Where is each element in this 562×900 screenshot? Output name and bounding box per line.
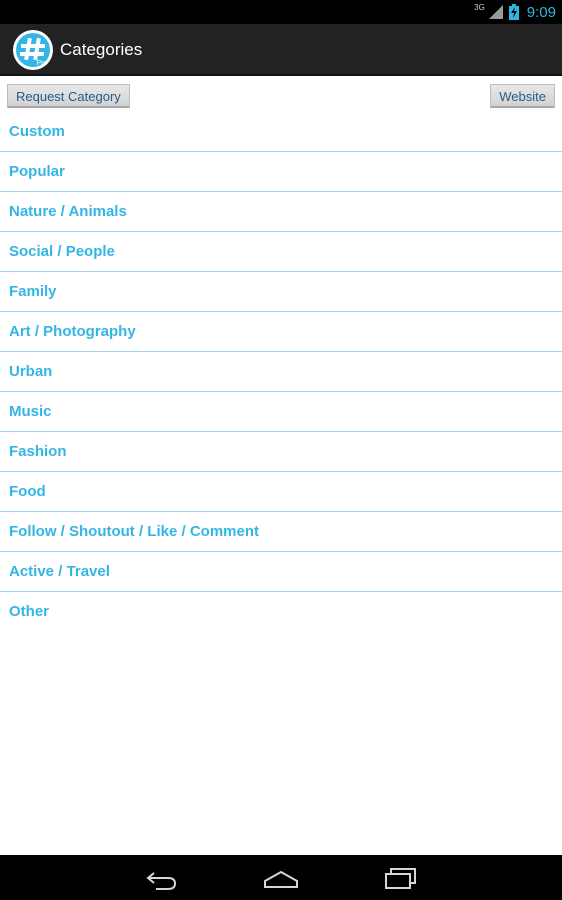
signal-icon [488, 5, 503, 19]
category-item-fashion[interactable]: Fashion [0, 432, 562, 472]
clock: 9:09 [526, 3, 556, 21]
home-icon [264, 870, 298, 888]
category-item-family[interactable]: Family [0, 272, 562, 312]
home-button[interactable] [261, 863, 301, 893]
category-item-nature-animals[interactable]: Nature / Animals [0, 192, 562, 232]
hashtag-pro-logo-icon[interactable]: Pro [12, 29, 54, 71]
request-category-button[interactable]: Request Category [7, 84, 130, 108]
status-icons: 3G 9:09 [474, 0, 556, 24]
recents-button[interactable] [381, 863, 421, 893]
network-type-label: 3G [474, 3, 485, 12]
category-item-popular[interactable]: Popular [0, 152, 562, 192]
logo-pro-text: Pro [37, 60, 48, 67]
status-bar: 3G 9:09 [0, 0, 562, 24]
battery-charging-icon [508, 4, 519, 20]
category-list: Custom Popular Nature / Animals Social /… [0, 112, 562, 631]
website-button[interactable]: Website [490, 84, 555, 108]
category-item-food[interactable]: Food [0, 472, 562, 512]
back-button[interactable] [142, 863, 182, 893]
category-item-active-travel[interactable]: Active / Travel [0, 552, 562, 592]
category-item-follow-shoutout[interactable]: Follow / Shoutout / Like / Comment [0, 512, 562, 552]
category-item-social-people[interactable]: Social / People [0, 232, 562, 272]
action-bar: Pro Categories [0, 24, 562, 76]
category-item-other[interactable]: Other [0, 592, 562, 631]
main-content: Request Category Website Custom Popular … [0, 76, 562, 855]
category-item-art-photography[interactable]: Art / Photography [0, 312, 562, 352]
navigation-bar [0, 855, 562, 900]
category-item-music[interactable]: Music [0, 392, 562, 432]
page-title: Categories [60, 40, 143, 59]
category-item-urban[interactable]: Urban [0, 352, 562, 392]
recents-icon [385, 868, 416, 889]
category-item-custom[interactable]: Custom [0, 112, 562, 152]
back-icon [146, 872, 177, 890]
